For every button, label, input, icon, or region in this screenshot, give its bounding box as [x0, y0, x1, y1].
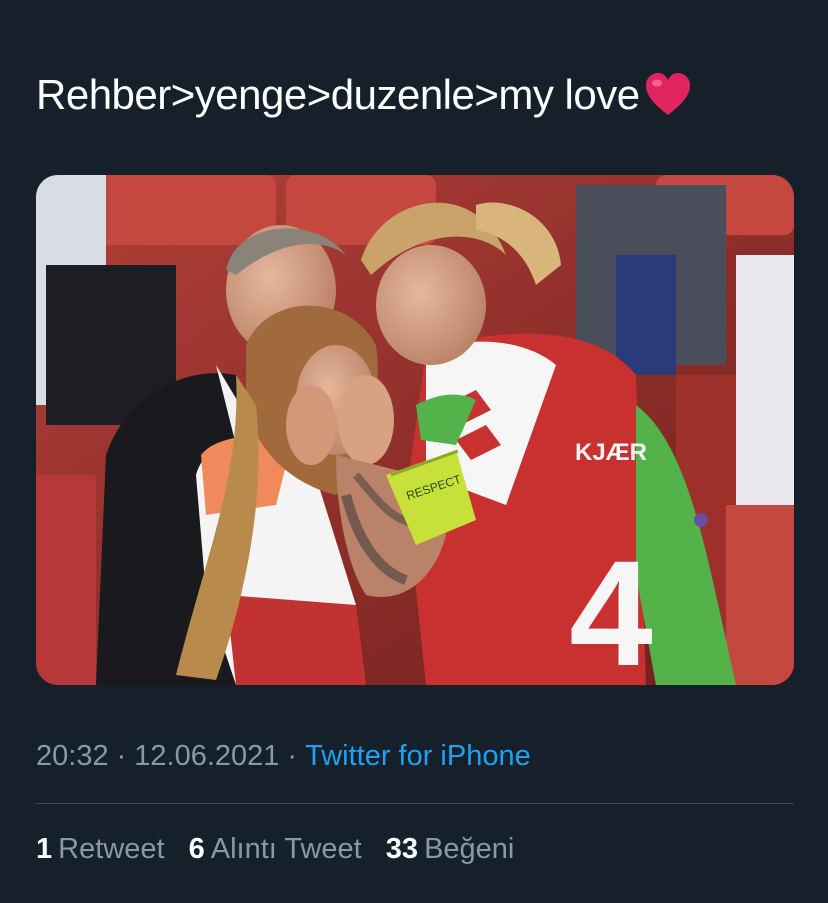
tweet-text: Rehber>yenge>duzenle>my love: [36, 64, 692, 126]
retweet-count-link[interactable]: 1 Retweet: [36, 829, 165, 869]
divider: [36, 803, 794, 804]
retweet-label: Retweet: [58, 833, 165, 865]
like-count: 33: [385, 833, 419, 865]
separator-dot: ·: [287, 740, 298, 772]
quote-count-link[interactable]: 6 Alıntı Tweet: [189, 829, 362, 869]
engagement-stats: 1 Retweet 6 Alıntı Tweet 33 Beğeni: [36, 829, 530, 869]
separator-dot: ·: [116, 740, 127, 772]
tweet-photo[interactable]: RESPECT KJÆR 4: [36, 175, 794, 685]
tweet-source-link[interactable]: Twitter for iPhone: [305, 740, 531, 772]
heart-emoji-icon: [645, 73, 690, 115]
tweet-body: Rehber>yenge>duzenle>my love: [36, 71, 640, 118]
jersey-number: 4: [569, 529, 652, 685]
like-label: Beğeni: [424, 833, 515, 865]
jersey-name: KJÆR: [575, 439, 647, 466]
like-count-link[interactable]: 33 Beğeni: [386, 829, 515, 869]
tweet-time[interactable]: 20:32: [36, 740, 109, 772]
tweet-metadata: 20:32 · 12.06.2021 · Twitter for iPhone: [36, 736, 531, 776]
quote-label: Alıntı Tweet: [210, 833, 362, 865]
retweet-count: 1: [36, 833, 53, 865]
quote-count: 6: [188, 833, 205, 865]
tweet-date[interactable]: 12.06.2021: [134, 740, 279, 772]
photo-illustration: RESPECT KJÆR 4: [36, 175, 794, 685]
